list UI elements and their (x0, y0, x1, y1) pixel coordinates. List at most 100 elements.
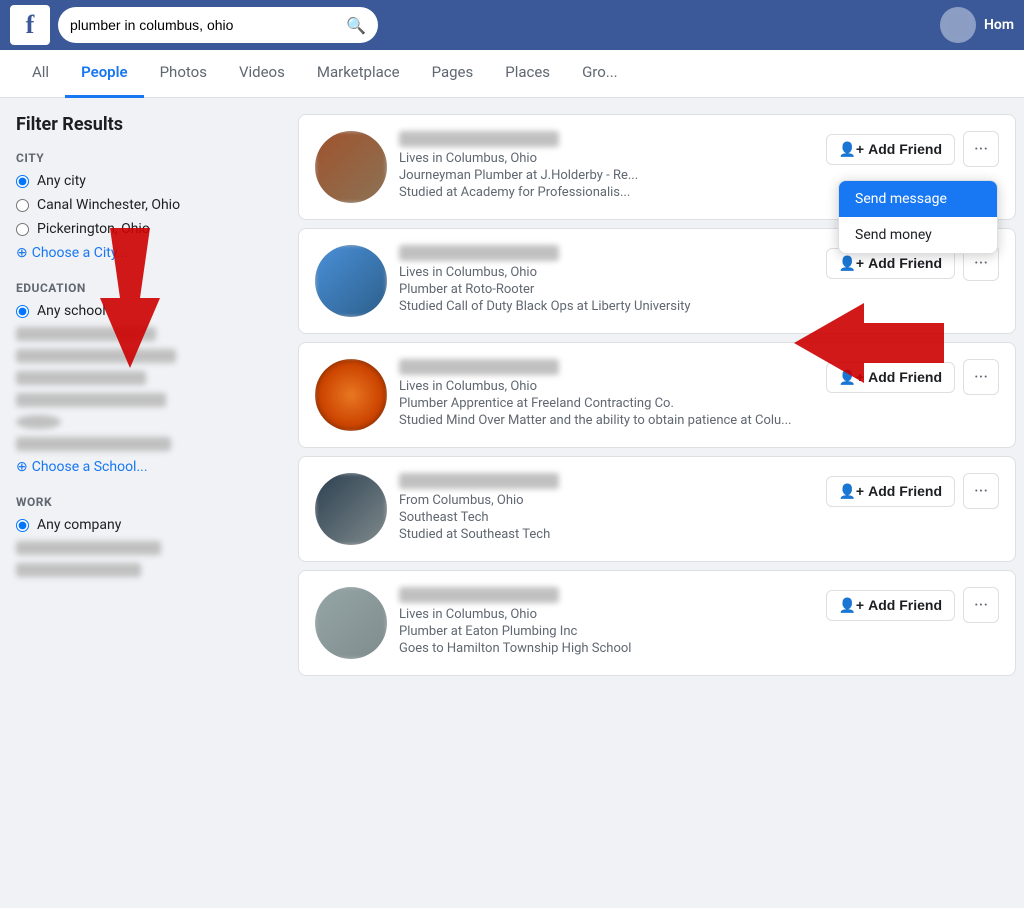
search-input[interactable] (70, 17, 340, 33)
result-name-blurred-2 (399, 245, 559, 261)
more-button-1[interactable]: ··· Send message Send money (963, 131, 999, 167)
blurred-avatar-school (16, 415, 61, 429)
result-detail-1c: Studied at Academy for Professionalis... (399, 185, 814, 200)
add-friend-button-1[interactable]: 👤+ Add Friend (826, 134, 956, 165)
result-avatar-2[interactable] (315, 245, 387, 317)
add-friend-button-4[interactable]: 👤+ Add Friend (826, 476, 956, 507)
main-layout: Filter Results CITY Any city Canal Winch… (0, 98, 1024, 700)
result-info-3: Lives in Columbus, Ohio Plumber Apprenti… (399, 359, 814, 430)
result-detail-3c: Studied Mind Over Matter and the ability… (399, 413, 814, 428)
add-friend-label-1: Add Friend (868, 141, 942, 157)
choose-school-link[interactable]: ⊕ Choose a School... (16, 459, 274, 475)
education-section-title: EDUCATION (16, 281, 274, 295)
facebook-logo[interactable]: f (10, 5, 50, 45)
add-friend-label-3: Add Friend (868, 369, 942, 385)
add-friend-label-2: Add Friend (868, 255, 942, 271)
tab-videos[interactable]: Videos (223, 50, 301, 98)
plus-icon: ⊕ (16, 245, 28, 261)
dropdown-menu-1: Send message Send money (838, 180, 998, 254)
result-detail-2c: Studied Call of Duty Black Ops at Libert… (399, 299, 814, 314)
blurred-school-4 (16, 393, 166, 407)
city-filter: CITY Any city Canal Winchester, Ohio Pic… (16, 151, 274, 261)
city-option-pickerington[interactable]: Pickerington, Ohio (16, 221, 274, 237)
result-name-blurred-1 (399, 131, 559, 147)
search-bar[interactable]: 🔍 (58, 7, 378, 43)
plus-icon-school: ⊕ (16, 459, 28, 475)
add-friend-icon-2: 👤+ (839, 255, 865, 272)
choose-city-link[interactable]: ⊕ Choose a City... (16, 245, 274, 261)
school-option-any[interactable]: Any school (16, 303, 274, 319)
tab-all[interactable]: All (16, 50, 65, 98)
add-friend-icon-4: 👤+ (839, 483, 865, 500)
add-friend-icon-5: 👤+ (839, 597, 865, 614)
more-button-4[interactable]: ··· (963, 473, 999, 509)
choose-school-label: Choose a School... (32, 459, 148, 475)
add-friend-icon-3: 👤+ (839, 369, 865, 386)
tab-groups[interactable]: Gro... (566, 50, 634, 98)
blurred-school-5 (16, 437, 171, 451)
blurred-work-2 (16, 563, 141, 577)
blurred-school-2 (16, 349, 176, 363)
result-name-blurred-4 (399, 473, 559, 489)
result-name-blurred-3 (399, 359, 559, 375)
result-detail-4b: Southeast Tech (399, 510, 814, 525)
nav-tabs: All People Photos Videos Marketplace Pag… (0, 50, 1024, 98)
education-filter: EDUCATION Any school ⊕ Choose a School..… (16, 281, 274, 475)
result-avatar-4[interactable] (315, 473, 387, 545)
result-detail-5b: Plumber at Eaton Plumbing Inc (399, 624, 814, 639)
user-avatar[interactable] (940, 7, 976, 43)
tab-people[interactable]: People (65, 50, 144, 98)
blurred-school-3 (16, 371, 146, 385)
result-actions-1: 👤+ Add Friend ··· Send message Send mone… (826, 131, 1000, 167)
result-info-4: From Columbus, Ohio Southeast Tech Studi… (399, 473, 814, 544)
city-any-label: Any city (37, 173, 86, 189)
result-info-5: Lives in Columbus, Ohio Plumber at Eaton… (399, 587, 814, 658)
result-avatar-3[interactable] (315, 359, 387, 431)
more-button-3[interactable]: ··· (963, 359, 999, 395)
result-actions-5: 👤+ Add Friend ··· (826, 587, 1000, 623)
header-username: Hom (984, 17, 1014, 33)
result-detail-1b: Journeyman Plumber at J.Holderby - Re... (399, 168, 814, 183)
result-detail-2a: Lives in Columbus, Ohio (399, 265, 814, 280)
result-detail-1a: Lives in Columbus, Ohio (399, 151, 814, 166)
results-area: Lives in Columbus, Ohio Journeyman Plumb… (290, 114, 1024, 684)
result-detail-4c: Studied at Southeast Tech (399, 527, 814, 542)
city-option-any[interactable]: Any city (16, 173, 274, 189)
result-card-3: Lives in Columbus, Ohio Plumber Apprenti… (298, 342, 1016, 448)
result-avatar-5[interactable] (315, 587, 387, 659)
send-money-item[interactable]: Send money (839, 217, 997, 253)
tab-photos[interactable]: Photos (144, 50, 223, 98)
result-detail-5c: Goes to Hamilton Township High School (399, 641, 814, 656)
result-actions-4: 👤+ Add Friend ··· (826, 473, 1000, 509)
send-message-item[interactable]: Send message (839, 181, 997, 217)
search-icon: 🔍 (346, 16, 366, 35)
tab-places[interactable]: Places (489, 50, 566, 98)
add-friend-button-3[interactable]: 👤+ Add Friend (826, 362, 956, 393)
work-option-any[interactable]: Any company (16, 517, 274, 533)
choose-city-label: Choose a City... (32, 245, 128, 261)
city-canal-label: Canal Winchester, Ohio (37, 197, 180, 213)
result-info-2: Lives in Columbus, Ohio Plumber at Roto-… (399, 245, 814, 316)
work-filter: WORK Any company (16, 495, 274, 577)
result-detail-4a: From Columbus, Ohio (399, 493, 814, 508)
more-button-5[interactable]: ··· (963, 587, 999, 623)
blurred-school-1 (16, 327, 156, 341)
work-any-label: Any company (37, 517, 121, 533)
result-info-1: Lives in Columbus, Ohio Journeyman Plumb… (399, 131, 814, 202)
result-detail-3b: Plumber Apprentice at Freeland Contracti… (399, 396, 814, 411)
result-avatar-1[interactable] (315, 131, 387, 203)
add-friend-button-5[interactable]: 👤+ Add Friend (826, 590, 956, 621)
work-section-title: WORK (16, 495, 274, 509)
result-detail-5a: Lives in Columbus, Ohio (399, 607, 814, 622)
result-actions-3: 👤+ Add Friend ··· (826, 359, 1000, 395)
add-friend-label-5: Add Friend (868, 597, 942, 613)
city-section-title: CITY (16, 151, 274, 165)
tab-marketplace[interactable]: Marketplace (301, 50, 416, 98)
header: f 🔍 Hom (0, 0, 1024, 50)
city-option-canal[interactable]: Canal Winchester, Ohio (16, 197, 274, 213)
result-card-5: Lives in Columbus, Ohio Plumber at Eaton… (298, 570, 1016, 676)
tab-pages[interactable]: Pages (416, 50, 490, 98)
result-card-4: From Columbus, Ohio Southeast Tech Studi… (298, 456, 1016, 562)
sidebar: Filter Results CITY Any city Canal Winch… (0, 114, 290, 684)
result-name-blurred-5 (399, 587, 559, 603)
